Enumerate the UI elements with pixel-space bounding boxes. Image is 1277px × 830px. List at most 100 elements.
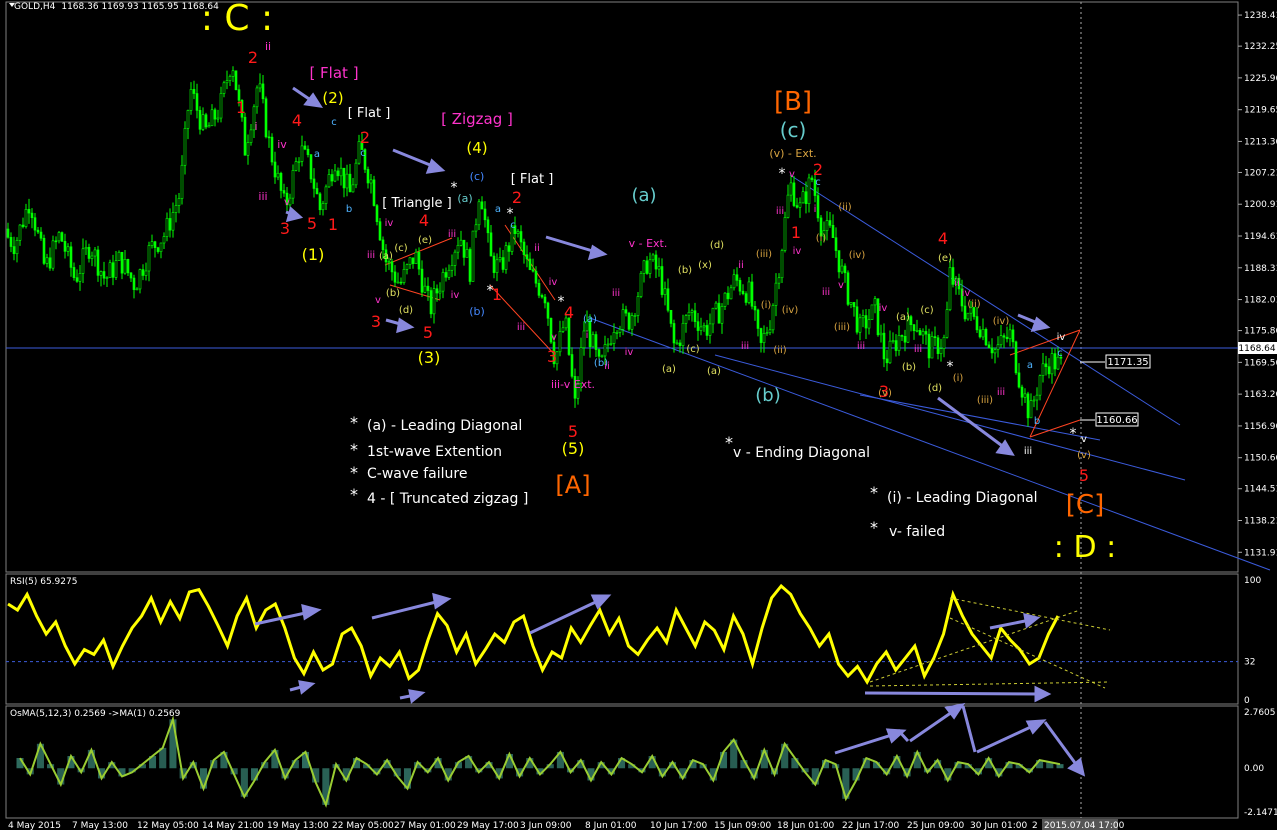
rsi-tick-label: 100: [1244, 576, 1261, 586]
candle-body: [765, 332, 769, 334]
candle-body: [435, 288, 439, 294]
note-truncated: 4 - [ Truncated zigzag ]: [367, 491, 528, 507]
rsi-tick-label: 32: [1244, 658, 1255, 668]
wave-label: [C]: [1066, 490, 1104, 520]
candle-body: [207, 125, 211, 128]
candle-body: [990, 347, 994, 354]
wave-sublabel: iv: [793, 246, 802, 257]
candle-body: [558, 331, 562, 353]
candle-body: [492, 255, 496, 273]
candle-body: [144, 270, 148, 276]
time-tick-label: 2: [1032, 821, 1038, 830]
candle-body: [261, 83, 265, 100]
wave-sublabel: (a): [707, 366, 721, 377]
wave-sublabel: ii: [604, 361, 610, 372]
candle-body: [912, 324, 916, 332]
candle-body: [1047, 366, 1051, 375]
candle-body: [174, 205, 178, 213]
candle-body: [276, 172, 280, 178]
candle-body: [441, 272, 445, 292]
wave-sublabel: v: [375, 295, 381, 306]
wave-sublabel: iv: [1057, 332, 1066, 343]
wave-sublabel: iii: [367, 250, 375, 261]
candle-body: [183, 128, 187, 166]
wave-sublabel: (e): [938, 253, 952, 264]
candle-body: [483, 208, 487, 221]
candle-body: [753, 305, 757, 311]
candle-body: [936, 337, 940, 354]
current-price-tag: 1168.64: [1238, 342, 1277, 354]
candle-body: [921, 331, 925, 336]
price-tick-label: 1232.25: [1244, 42, 1277, 52]
candle-body: [984, 328, 988, 346]
wave-sublabel: (c): [920, 305, 933, 316]
candle-body: [741, 290, 745, 294]
candle-body: [186, 110, 190, 129]
time-tick-label: 14 May 21:00: [202, 821, 264, 830]
wave-label: 2: [360, 128, 370, 147]
candle-body: [705, 325, 709, 336]
candle-body: [147, 245, 151, 272]
candle-body: [840, 265, 844, 273]
wave-sublabel: iii: [997, 387, 1005, 398]
candle-body: [210, 109, 214, 127]
candle-body: [900, 335, 904, 337]
wave-sublabel: iv: [451, 290, 460, 301]
price-tick-label: 1219.65: [1244, 106, 1277, 116]
price-tick-label: 1213.36: [1244, 137, 1277, 147]
candle-body: [684, 315, 688, 324]
candle-body: [168, 218, 172, 231]
candle-body: [255, 87, 259, 108]
candle-body: [1029, 400, 1033, 419]
wave-label: 5: [423, 323, 433, 342]
candle-body: [816, 195, 820, 219]
candle-body: [534, 270, 538, 284]
candle-body: [192, 89, 196, 94]
wave-sublabel: (b): [678, 265, 692, 276]
candle-body: [663, 288, 667, 295]
candle-body: [393, 271, 397, 283]
time-tick-label: 7 May 13:00: [72, 821, 128, 830]
candle-body: [120, 251, 124, 274]
candle-body: [942, 337, 946, 349]
candle-body: [30, 212, 34, 219]
candle-body: [303, 145, 307, 150]
candle-body: [633, 315, 637, 317]
price-tick-label: 1225.96: [1244, 74, 1277, 84]
current-price-label: 1168.64: [1238, 344, 1275, 354]
note-star: *: [350, 485, 358, 504]
wave-label: [ Flat ]: [309, 64, 358, 82]
wave-sublabel: b: [1034, 416, 1040, 427]
candle-body: [864, 315, 868, 329]
candle-body: [54, 240, 58, 243]
candle-body: [777, 277, 781, 284]
wave-label: (c): [470, 170, 485, 183]
candle-body: [519, 231, 523, 243]
time-tick-label: 8 Jun 01:00: [585, 821, 637, 830]
candle-body: [654, 254, 658, 270]
candle-body: [747, 281, 751, 303]
star-marker: *: [451, 180, 458, 196]
time-tick-label: 30 Jun 01:00: [970, 821, 1027, 830]
candle-body: [657, 266, 661, 270]
candle-body: [1032, 399, 1036, 402]
osma-tick-label: 0.00: [1244, 764, 1264, 774]
candle-body: [543, 296, 547, 304]
candle-body: [531, 269, 535, 272]
candle-body: [396, 281, 400, 284]
gold-h4-chart: 1171.35 1160.66 1168.64 : C :21iii[ Flat…: [0, 0, 1277, 830]
wave-sublabel: iii: [914, 344, 922, 355]
candle-body: [606, 343, 610, 346]
candle-body: [33, 217, 37, 231]
candle-body: [945, 309, 949, 338]
candle-body: [759, 328, 763, 343]
candle-body: [84, 247, 88, 250]
wave-sublabel: (i): [953, 373, 964, 384]
wave-label: 1: [328, 215, 338, 234]
candle-body: [108, 262, 112, 278]
candle-body: [648, 259, 652, 274]
candle-body: [771, 305, 775, 331]
candle-body: [156, 247, 160, 252]
wave-sublabel: (a): [896, 312, 910, 323]
candle-body: [369, 179, 373, 184]
